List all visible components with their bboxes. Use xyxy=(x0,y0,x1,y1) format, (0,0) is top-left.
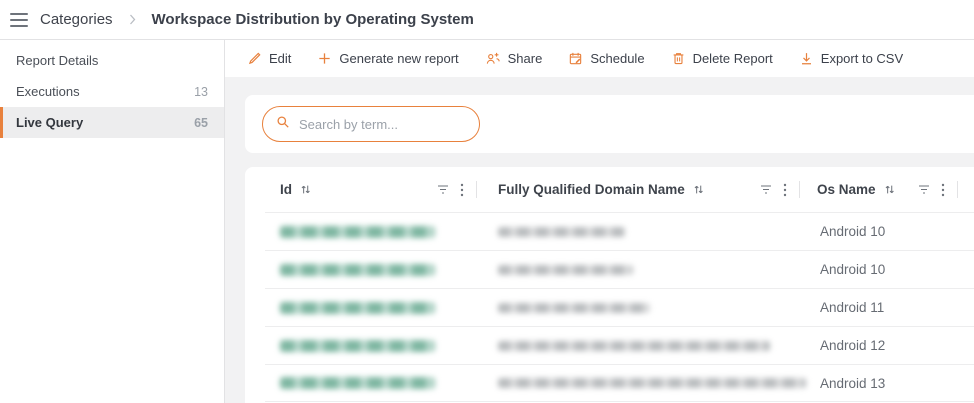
pencil-icon xyxy=(247,51,262,66)
search-input[interactable] xyxy=(299,117,475,132)
column-header-id: Id xyxy=(265,167,477,212)
redacted-id-link[interactable] xyxy=(280,302,435,314)
edit-button[interactable]: Edit xyxy=(247,51,291,66)
filter-icon[interactable] xyxy=(760,184,772,195)
sort-icon[interactable] xyxy=(883,183,896,196)
redacted-fqdn-text xyxy=(498,378,806,388)
kebab-menu-icon[interactable] xyxy=(460,183,464,197)
hamburger-menu-icon[interactable] xyxy=(10,13,28,27)
search-card xyxy=(245,95,974,153)
top-header: Categories Workspace Distribution by Ope… xyxy=(0,0,974,40)
column-header-fqdn: Fully Qualified Domain Name xyxy=(477,167,800,212)
search-icon xyxy=(275,114,291,135)
table-row: Android 10 xyxy=(265,250,974,288)
export-to-csv-button[interactable]: Export to CSV xyxy=(799,51,903,66)
sidebar-item-executions[interactable]: Executions 13 xyxy=(0,76,224,107)
redacted-fqdn-text xyxy=(498,227,625,237)
redacted-fqdn-text xyxy=(498,303,650,313)
table-header-row: Id Fully Qualified Domain Name xyxy=(265,167,974,212)
breadcrumb[interactable]: Categories xyxy=(40,11,113,28)
filter-icon[interactable] xyxy=(918,184,930,195)
sort-icon[interactable] xyxy=(692,183,705,196)
os-name-cell: Android 10 xyxy=(800,262,958,277)
search-box xyxy=(262,106,480,142)
sidebar-item-report-details[interactable]: Report Details xyxy=(0,45,224,76)
redacted-id-link[interactable] xyxy=(280,377,435,389)
redacted-id-link[interactable] xyxy=(280,340,435,352)
generate-new-report-button[interactable]: Generate new report xyxy=(317,51,458,66)
sidebar: Report Details Executions 13 Live Query … xyxy=(0,40,225,403)
share-icon xyxy=(485,51,501,66)
os-name-cell: Android 13 xyxy=(800,376,958,391)
results-table: Id Fully Qualified Domain Name xyxy=(245,167,974,403)
os-name-cell: Android 11 xyxy=(800,300,958,315)
table-row: Android 13 xyxy=(265,364,974,402)
delete-report-button[interactable]: Delete Report xyxy=(671,51,773,66)
table-row: Android 10 xyxy=(265,212,974,250)
sidebar-item-label: Live Query xyxy=(16,115,83,130)
os-name-cell: Android 12 xyxy=(800,338,958,353)
share-button[interactable]: Share xyxy=(485,51,543,66)
os-name-cell: Android 10 xyxy=(800,224,958,239)
sidebar-item-label: Executions xyxy=(16,84,80,99)
report-toolbar: Edit Generate new report Share Schedule … xyxy=(225,40,974,77)
sidebar-item-label: Report Details xyxy=(16,53,98,68)
table-row: Android 11 xyxy=(265,288,974,326)
sidebar-item-live-query[interactable]: Live Query 65 xyxy=(0,107,224,138)
redacted-id-link[interactable] xyxy=(280,226,435,238)
sidebar-item-count: 65 xyxy=(194,116,208,130)
schedule-button[interactable]: Schedule xyxy=(568,51,644,66)
table-row: Android 12 xyxy=(265,326,974,364)
kebab-menu-icon[interactable] xyxy=(941,183,945,197)
calendar-edit-icon xyxy=(568,51,583,66)
page-title: Workspace Distribution by Operating Syst… xyxy=(152,11,474,28)
download-icon xyxy=(799,51,814,66)
chevron-right-icon xyxy=(127,14,138,25)
trash-icon xyxy=(671,51,686,66)
redacted-fqdn-text xyxy=(498,341,770,351)
redacted-fqdn-text xyxy=(498,265,633,275)
redacted-id-link[interactable] xyxy=(280,264,435,276)
filter-icon[interactable] xyxy=(437,184,449,195)
column-header-os-name: Os Name xyxy=(800,167,958,212)
kebab-menu-icon[interactable] xyxy=(783,183,787,197)
sort-icon[interactable] xyxy=(299,183,312,196)
sidebar-item-count: 13 xyxy=(194,85,208,99)
main-content: Edit Generate new report Share Schedule … xyxy=(225,40,974,403)
plus-icon xyxy=(317,51,332,66)
